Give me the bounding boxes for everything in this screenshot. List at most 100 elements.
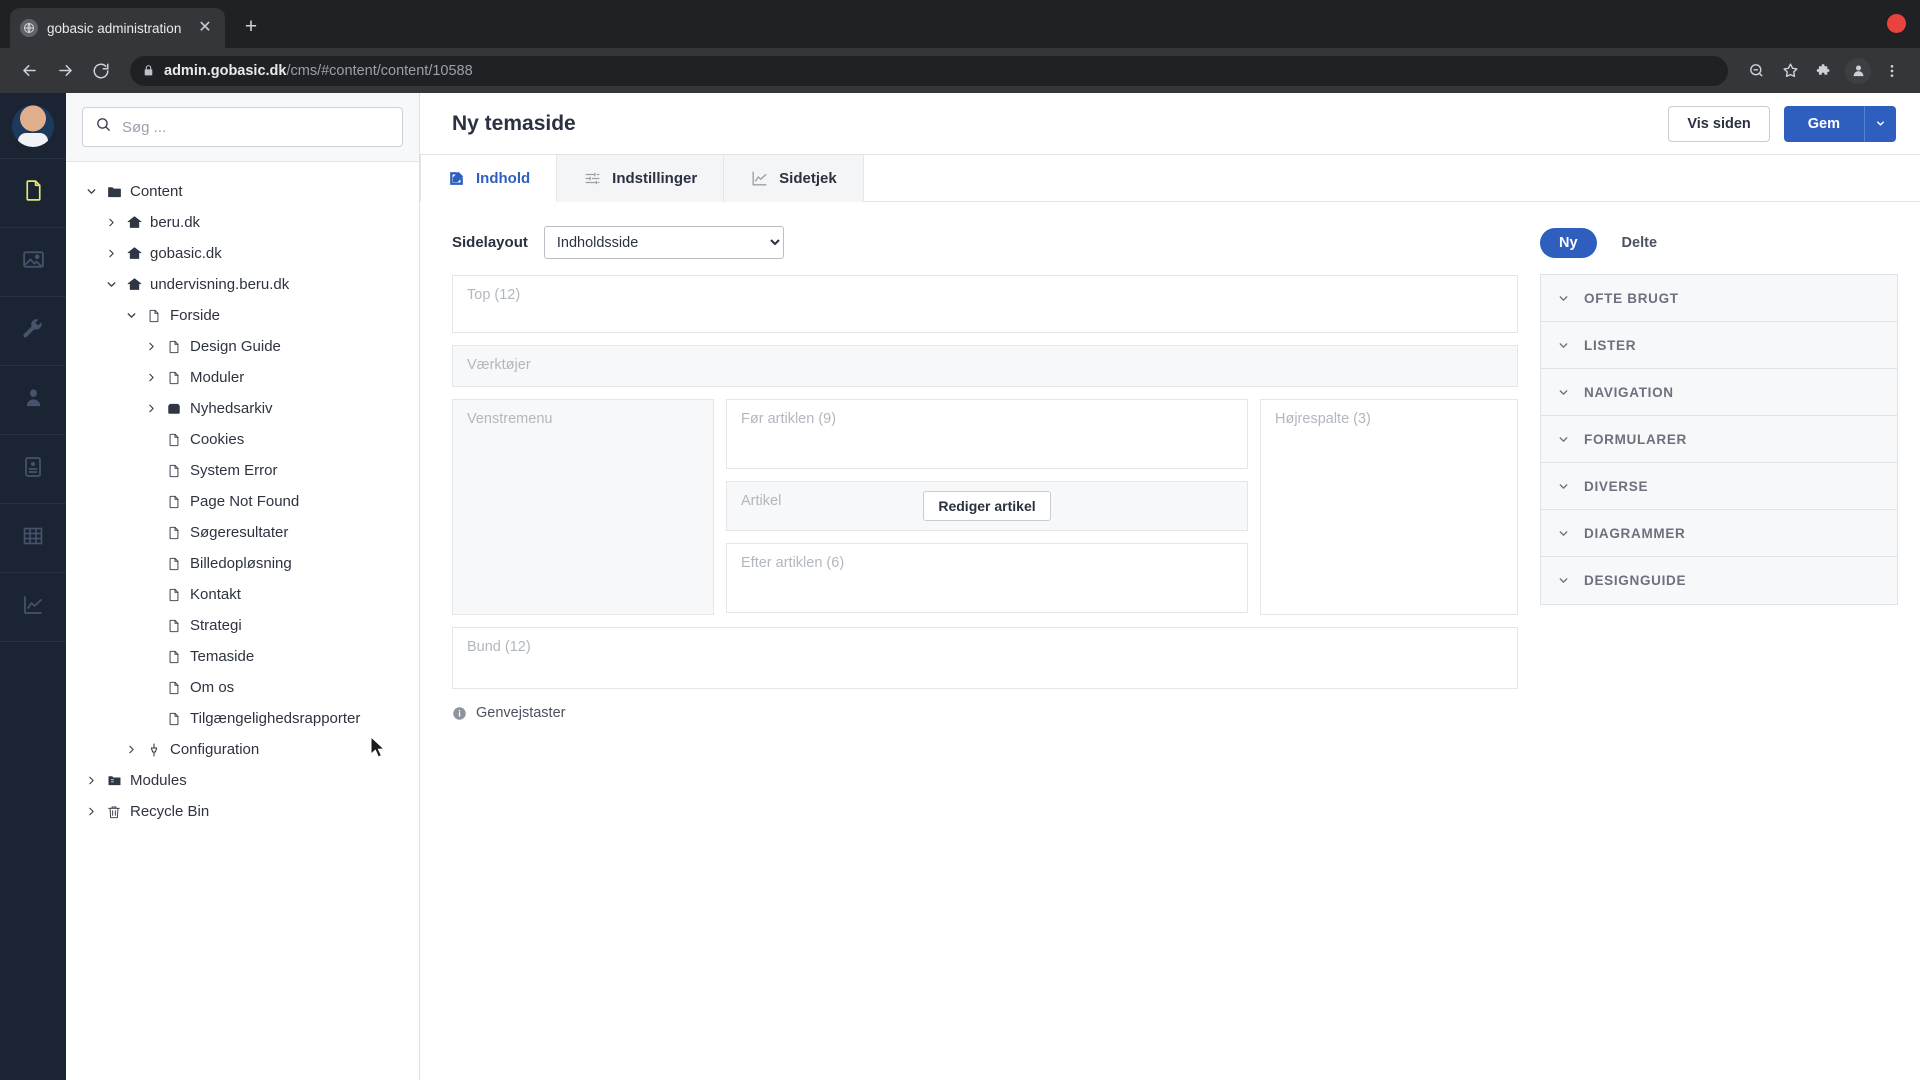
window-close-indicator[interactable] — [1887, 14, 1906, 33]
rail-item-forms[interactable] — [0, 435, 66, 504]
accordion-designguide[interactable]: DESIGNGUIDE — [1541, 557, 1897, 604]
rail-item-users[interactable] — [0, 366, 66, 435]
chevron-right-icon[interactable] — [120, 743, 142, 756]
tree-item-design-guide[interactable]: Design Guide — [66, 331, 419, 362]
zone-after-article-label: Efter artiklen (6) — [741, 555, 845, 571]
primary-icon-rail — [0, 93, 66, 1080]
accordion-label: NAVIGATION — [1584, 384, 1674, 400]
profile-icon[interactable] — [1844, 57, 1872, 85]
tree-item-configuration[interactable]: Configuration — [66, 734, 419, 765]
tab-indhold[interactable]: Indhold — [420, 155, 558, 202]
editor-body: Sidelayout Indholdsside Top (12) Værktøj… — [420, 202, 1920, 1080]
tree-item-system-error[interactable]: System Error — [66, 455, 419, 486]
toggle-shared[interactable]: Delte — [1603, 228, 1676, 258]
tree-item-tilg-ngelighedsrapporter[interactable]: Tilgængelighedsrapporter — [66, 703, 419, 734]
back-arrow-icon[interactable] — [14, 56, 44, 86]
close-icon[interactable]: ✕ — [195, 18, 215, 38]
forward-arrow-icon[interactable] — [50, 56, 80, 86]
tree-item-om-os[interactable]: Om os — [66, 672, 419, 703]
tab-sidetjek[interactable]: Sidetjek — [724, 155, 864, 202]
chevron-right-icon[interactable] — [140, 402, 162, 415]
tree-item-recycle-bin[interactable]: Recycle Bin — [66, 796, 419, 827]
tree-item-temaside[interactable]: Temaside — [66, 641, 419, 672]
tree-item-cookies[interactable]: Cookies — [66, 424, 419, 455]
avatar[interactable] — [0, 93, 66, 159]
zone-left-menu[interactable]: Venstremenu — [452, 399, 714, 615]
edit-article-button[interactable]: Rediger artikel — [923, 491, 1051, 521]
tree-item-undervisning-beru-dk[interactable]: undervisning.beru.dk — [66, 269, 419, 300]
document-icon — [162, 556, 186, 572]
new-tab-button[interactable]: + — [235, 12, 267, 44]
star-icon[interactable] — [1776, 57, 1804, 85]
chevron-down-icon — [1557, 527, 1570, 540]
zone-article[interactable]: Artikel Rediger artikel — [726, 481, 1248, 531]
rail-item-settings[interactable] — [0, 297, 66, 366]
sliders-icon — [583, 169, 602, 188]
tree-item-page-not-found[interactable]: Page Not Found — [66, 486, 419, 517]
zone-bottom[interactable]: Bund (12) — [452, 627, 1518, 689]
accordion-diagrammer[interactable]: DIAGRAMMER — [1541, 510, 1897, 557]
accordion-navigation[interactable]: NAVIGATION — [1541, 369, 1897, 416]
tab-indstillinger[interactable]: Indstillinger — [557, 155, 725, 202]
tree-item-billedopl-sning[interactable]: Billedopløsning — [66, 548, 419, 579]
chevron-down-icon — [1557, 292, 1570, 305]
chevron-right-icon[interactable] — [80, 805, 102, 818]
save-button[interactable]: Gem — [1783, 105, 1864, 142]
address-bar[interactable]: admin.gobasic.dk/cms/#content/content/10… — [130, 55, 1728, 86]
chevron-down-icon[interactable] — [100, 278, 122, 291]
tree-item-beru-dk[interactable]: beru.dk — [66, 207, 419, 238]
accordion-formularer[interactable]: FORMULARER — [1541, 416, 1897, 463]
tree-item-modules[interactable]: Modules — [66, 765, 419, 796]
puzzle-icon[interactable] — [1810, 57, 1838, 85]
search-box[interactable] — [82, 107, 403, 147]
toggle-new[interactable]: Ny — [1540, 228, 1597, 258]
tree-item-gobasic-dk[interactable]: gobasic.dk — [66, 238, 419, 269]
tree-item-label: Nyhedsarkiv — [190, 400, 273, 417]
chevron-right-icon[interactable] — [140, 371, 162, 384]
chevron-right-icon[interactable] — [80, 774, 102, 787]
chevron-right-icon[interactable] — [100, 247, 122, 260]
search-input[interactable] — [122, 118, 390, 136]
shortcuts-link[interactable]: Genvejstaster — [452, 705, 1518, 721]
rail-item-media[interactable] — [0, 228, 66, 297]
document-icon — [162, 463, 186, 479]
rail-item-tables[interactable] — [0, 504, 66, 573]
zone-top[interactable]: Top (12) — [452, 275, 1518, 333]
rail-item-analytics[interactable] — [0, 573, 66, 642]
document-icon — [162, 711, 186, 727]
zone-tools[interactable]: Værktøjer — [452, 345, 1518, 387]
save-dropdown-button[interactable] — [1864, 105, 1896, 142]
tree-item-label: System Error — [190, 462, 278, 479]
view-page-button[interactable]: Vis siden — [1668, 105, 1770, 142]
tree-item-s-geresultater[interactable]: Søgeresultater — [66, 517, 419, 548]
kebab-menu-icon[interactable] — [1878, 57, 1906, 85]
zone-before-article[interactable]: Før artiklen (9) — [726, 399, 1248, 469]
browser-tab[interactable]: gobasic administration ✕ — [10, 8, 225, 48]
layout-select[interactable]: Indholdsside — [543, 226, 784, 259]
zone-after-article[interactable]: Efter artiklen (6) — [726, 543, 1248, 613]
tree-item-label: Temaside — [190, 648, 255, 665]
chevron-right-icon[interactable] — [140, 340, 162, 353]
accordion-ofte-brugt[interactable]: OFTE BRUGT — [1541, 275, 1897, 322]
chart-line-icon — [750, 169, 769, 188]
tree-item-strategi[interactable]: Strategi — [66, 610, 419, 641]
accordion-diverse[interactable]: DIVERSE — [1541, 463, 1897, 510]
rail-item-content[interactable] — [0, 159, 66, 228]
zoom-icon[interactable] — [1742, 57, 1770, 85]
accordion-label: DESIGNGUIDE — [1584, 573, 1687, 588]
zone-right-column[interactable]: Højrespalte (3) — [1260, 399, 1518, 615]
document-icon — [162, 370, 186, 386]
accordion-lister[interactable]: LISTER — [1541, 322, 1897, 369]
tree-item-forside[interactable]: Forside — [66, 300, 419, 331]
tree-item-content[interactable]: Content — [66, 176, 419, 207]
reload-icon[interactable] — [86, 56, 116, 86]
tree-item-label: Design Guide — [190, 338, 281, 355]
tree-item-kontakt[interactable]: Kontakt — [66, 579, 419, 610]
tree-item-nyhedsarkiv[interactable]: Nyhedsarkiv — [66, 393, 419, 424]
widget-panel: Ny Delte OFTE BRUGT LISTER NAVIGATION FORMU… — [1540, 226, 1898, 1080]
tree-item-moduler[interactable]: Moduler — [66, 362, 419, 393]
chevron-down-icon[interactable] — [80, 185, 102, 198]
tree-item-label: Page Not Found — [190, 493, 300, 510]
chevron-down-icon[interactable] — [120, 309, 142, 322]
chevron-right-icon[interactable] — [100, 216, 122, 229]
